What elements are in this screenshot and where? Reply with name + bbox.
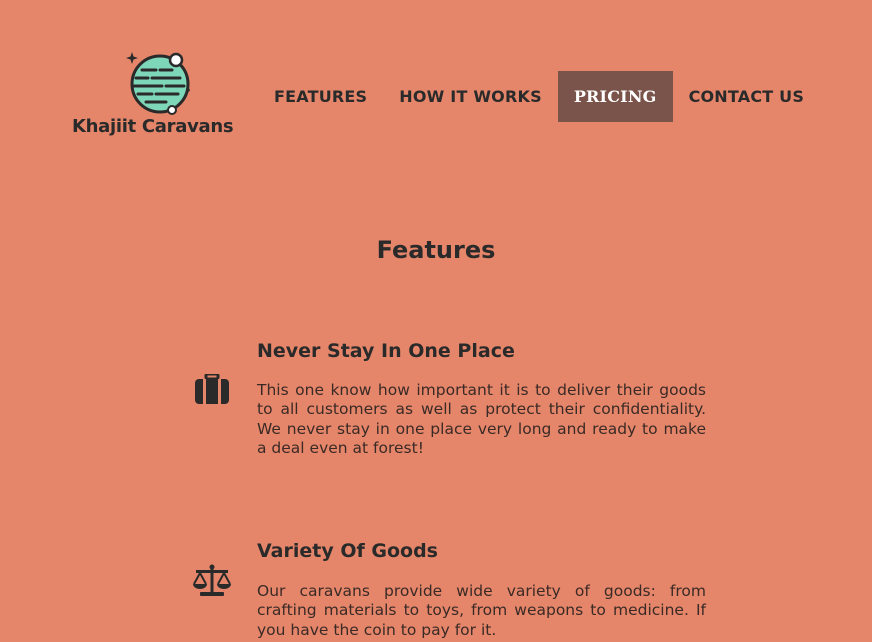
feature-title: Variety Of Goods	[257, 540, 438, 562]
brand-name: Khajiit Caravans	[72, 116, 234, 137]
nav-link-features[interactable]: FEATURES	[258, 71, 383, 122]
landing-page: Khajiit Caravans FEATURES HOW IT WORKS P…	[0, 0, 872, 642]
nav-link-contact-us[interactable]: CONTACT US	[673, 71, 821, 122]
feature-item: Variety Of Goods Our caravans provide wi…	[190, 540, 710, 642]
scales-icon	[193, 564, 231, 596]
feature-description: Our caravans provide wide variety of goo…	[257, 582, 706, 639]
nav-link-pricing[interactable]: PRICING	[557, 71, 673, 122]
suitcase-icon	[195, 374, 229, 404]
feature-item: Never Stay In One Place This one know ho…	[190, 340, 710, 470]
features-heading: Features	[376, 236, 496, 264]
planet-logo-icon	[126, 52, 190, 115]
nav-link-how-it-works[interactable]: HOW IT WORKS	[383, 71, 558, 122]
feature-description: This one know how important it is to del…	[257, 381, 706, 457]
feature-title: Never Stay In One Place	[257, 340, 515, 362]
main-nav: FEATURES HOW IT WORKS PRICING CONTACT US	[258, 71, 820, 122]
brand-logo[interactable]: Khajiit Caravans	[72, 50, 247, 142]
